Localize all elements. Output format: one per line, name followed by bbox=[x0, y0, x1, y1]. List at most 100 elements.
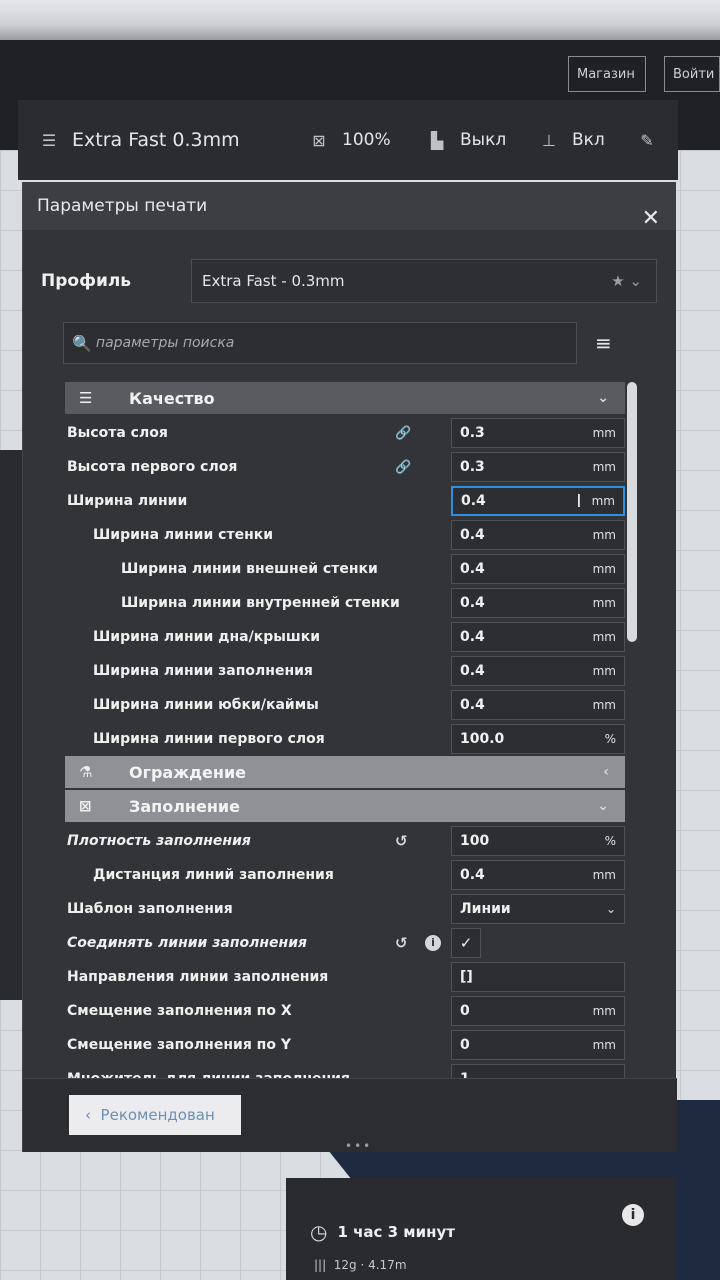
search-input[interactable]: 🔍 параметры поиска bbox=[63, 322, 577, 364]
field-unit: mm bbox=[592, 868, 616, 882]
field-value: 0.4 bbox=[460, 697, 485, 713]
toolbar-support[interactable]: ▙ Выкл bbox=[424, 128, 536, 152]
search-row: 🔍 параметры поиска ≡ bbox=[63, 322, 663, 364]
quality-icon: ☰ bbox=[79, 389, 93, 407]
toolbar-adhesion-label: Вкл bbox=[572, 130, 605, 150]
inner-wall-line-width-input[interactable]: 0.4 mm bbox=[451, 588, 625, 618]
field-value: 0.3 bbox=[460, 425, 485, 441]
wall-line-width-input[interactable]: 0.4 mm bbox=[451, 520, 625, 550]
field-value: 0.4 bbox=[460, 629, 485, 645]
star-chevron-icon: ★ ⌄ bbox=[611, 272, 642, 290]
close-icon[interactable]: ✕ bbox=[642, 208, 660, 230]
profile-select-value: Extra Fast - 0.3mm bbox=[202, 272, 345, 290]
setting-label: Ширина линии внутренней стенки bbox=[121, 595, 400, 611]
monitor-bezel bbox=[0, 0, 720, 40]
checkbox-wrap: ✓ bbox=[451, 928, 625, 958]
field-unit: mm bbox=[592, 1038, 616, 1052]
infill-directions-input[interactable]: [] bbox=[451, 962, 625, 992]
setting-connect-infill-lines: Соединять линии заполнения ↺ i ✓ bbox=[65, 926, 625, 960]
infill-icon: ⊠ bbox=[312, 130, 326, 150]
toolbar-profile-label: Extra Fast 0.3mm bbox=[72, 129, 240, 151]
field-value: 0.4 bbox=[460, 867, 485, 883]
toolbar-profile[interactable]: ☰ Extra Fast 0.3mm bbox=[36, 128, 306, 152]
setting-label: Ширина линии стенки bbox=[93, 527, 274, 543]
setting-layer-height: Высота слоя 🔗 0.3 mm bbox=[65, 416, 625, 450]
settings-scrollbar[interactable] bbox=[627, 382, 637, 642]
line-width-input[interactable]: 0.4 Imm bbox=[451, 486, 625, 516]
reset-icon[interactable]: ↺ bbox=[395, 934, 408, 952]
setting-infill-directions: Направления линии заполнения [] bbox=[65, 960, 625, 994]
print-settings-toolbar[interactable]: ☰ Extra Fast 0.3mm ⊠ 100% ▙ Выкл ⊥ Вкл ✎ bbox=[18, 100, 678, 182]
setting-label: Смещение заполнения по X bbox=[67, 1003, 292, 1019]
setting-label: Шаблон заполнения bbox=[67, 901, 233, 917]
print-estimate-panel: i ◷ 1 час 3 минут ||| 12g · 4.17m bbox=[286, 1178, 676, 1280]
infill-line-distance-input[interactable]: 0.4 mm bbox=[451, 860, 625, 890]
infill-y-offset-input[interactable]: 0 mm bbox=[451, 1030, 625, 1060]
setting-infill-line-distance: Дистанция линий заполнения 0.4 mm bbox=[65, 858, 625, 892]
panel-title: Параметры печати bbox=[23, 182, 676, 230]
category-quality[interactable]: ☰ Качество ⌄ bbox=[65, 382, 625, 414]
field-value: 0 bbox=[460, 1037, 470, 1053]
field-unit: mm bbox=[592, 460, 616, 474]
infill-density-input[interactable]: 100% bbox=[451, 826, 625, 856]
setting-label: Дистанция линий заполнения bbox=[93, 867, 334, 883]
info-icon[interactable]: i bbox=[622, 1204, 644, 1226]
store-button[interactable]: Магазин bbox=[568, 56, 646, 92]
toolbar-infill-label: 100% bbox=[342, 130, 391, 150]
infill-x-offset-input[interactable]: 0 mm bbox=[451, 996, 625, 1026]
estimate-time-value: 1 час 3 минут bbox=[337, 1223, 455, 1241]
edit-pencil-icon[interactable]: ✎ bbox=[634, 128, 660, 152]
setting-initial-layer-height: Высота первого слоя 🔗 0.3 mm bbox=[65, 450, 625, 484]
toolbar-adhesion[interactable]: ⊥ Вкл bbox=[536, 128, 634, 152]
connect-infill-checkbox[interactable]: ✓ bbox=[451, 928, 481, 958]
category-infill-label: Заполнение bbox=[129, 796, 240, 816]
recommended-label: Рекомендован bbox=[100, 1106, 215, 1124]
field-unit: mm bbox=[592, 426, 616, 440]
outer-wall-line-width-input[interactable]: 0.4 mm bbox=[451, 554, 625, 584]
layer-height-input[interactable]: 0.3 mm bbox=[451, 418, 625, 448]
info-icon[interactable]: i bbox=[425, 935, 441, 951]
settings-menu-icon[interactable]: ≡ bbox=[595, 331, 612, 355]
setting-label: Ширина линии bbox=[67, 493, 188, 509]
profile-select[interactable]: Extra Fast - 0.3mm ★ ⌄ bbox=[191, 259, 657, 303]
field-unit: % bbox=[604, 732, 616, 746]
clock-icon: ◷ bbox=[310, 1220, 328, 1244]
filament-icon: ||| bbox=[314, 1258, 334, 1272]
panel-footer: ‹ Рекомендован ••• bbox=[23, 1078, 677, 1153]
setting-infill-y-offset: Смещение заполнения по Y 0 mm bbox=[65, 1028, 625, 1062]
category-walls[interactable]: ⚗ Ограждение ‹ bbox=[65, 756, 625, 788]
setting-line-width: Ширина линии 0.4 Imm bbox=[65, 484, 625, 518]
settings-list[interactable]: ☰ Качество ⌄ Высота слоя 🔗 0.3 mm Высота … bbox=[65, 382, 625, 1082]
field-value: 100.0 bbox=[460, 731, 505, 747]
recommended-button[interactable]: ‹ Рекомендован bbox=[69, 1095, 241, 1135]
setting-label: Ширина линии дна/крышки bbox=[93, 629, 321, 645]
resize-handle[interactable]: ••• bbox=[345, 1139, 372, 1153]
profile-row: Профиль Extra Fast - 0.3mm ★ ⌄ bbox=[41, 258, 657, 304]
setting-label: Ширина линии внешней стенки bbox=[121, 561, 378, 577]
field-value: 0.4 bbox=[460, 663, 485, 679]
toolbar-infill[interactable]: ⊠ 100% bbox=[306, 128, 424, 152]
top-bottom-line-width-input[interactable]: 0.4 mm bbox=[451, 622, 625, 652]
link-icon: 🔗 bbox=[395, 459, 412, 475]
skirt-brim-line-width-input[interactable]: 0.4 mm bbox=[451, 690, 625, 720]
field-unit: mm bbox=[592, 1004, 616, 1018]
toolbar-support-label: Выкл bbox=[460, 130, 507, 150]
infill-category-icon: ⊠ bbox=[79, 797, 92, 815]
field-value: Линии bbox=[460, 901, 511, 917]
text-cursor-icon: I bbox=[576, 490, 582, 512]
category-quality-label: Качество bbox=[129, 388, 215, 408]
category-infill[interactable]: ⊠ Заполнение ⌄ bbox=[65, 790, 625, 822]
infill-pattern-select[interactable]: Линии ⌄ bbox=[451, 894, 625, 924]
infill-line-width-input[interactable]: 0.4 mm bbox=[451, 656, 625, 686]
adhesion-icon: ⊥ bbox=[542, 130, 556, 150]
reset-icon[interactable]: ↺ bbox=[395, 832, 408, 850]
initial-layer-height-input[interactable]: 0.3 mm bbox=[451, 452, 625, 482]
profile-icon: ☰ bbox=[41, 130, 57, 150]
walls-icon: ⚗ bbox=[79, 763, 93, 781]
setting-infill-density: Плотность заполнения ↺ 100% bbox=[65, 824, 625, 858]
field-value: 0.4 bbox=[460, 595, 485, 611]
setting-label: Смещение заполнения по Y bbox=[67, 1037, 291, 1053]
field-value: 0.3 bbox=[460, 459, 485, 475]
login-button[interactable]: Войти bbox=[664, 56, 720, 92]
initial-layer-line-width-input[interactable]: 100.0% bbox=[451, 724, 625, 754]
